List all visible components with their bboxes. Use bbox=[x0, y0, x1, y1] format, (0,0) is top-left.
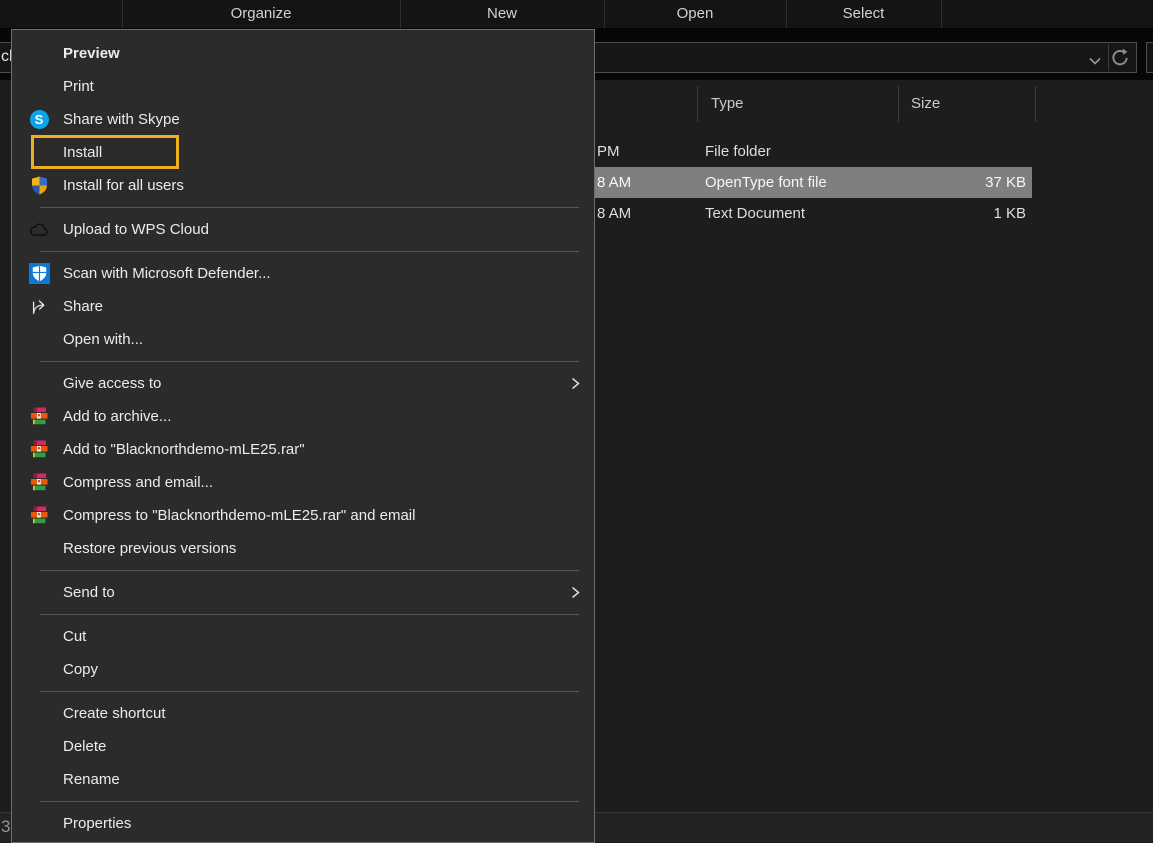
context-menu: PreviewPrint S Share with SkypeInstallInst… bbox=[11, 29, 595, 843]
menu-item-label: Install for all users bbox=[63, 169, 184, 202]
menu-item-label: Preview bbox=[63, 37, 120, 70]
menu-item-install[interactable]: Install bbox=[12, 136, 594, 169]
cell-date-modified: 8 AM bbox=[597, 198, 631, 229]
menu-item-label: Cut bbox=[63, 620, 86, 653]
column-separator bbox=[697, 86, 698, 122]
menu-item-add-to-blacknorthdemo-mle25-rar[interactable]: Add to "Blacknorthdemo-mLE25.rar" bbox=[12, 433, 594, 466]
menu-separator bbox=[12, 686, 594, 697]
menu-item-scan-with-microsoft-defender[interactable]: Scan with Microsoft Defender... bbox=[12, 257, 594, 290]
column-separator bbox=[898, 86, 899, 122]
column-header-type[interactable]: Type bbox=[711, 88, 891, 120]
ribbon: OrganizeNewOpenSelect bbox=[0, 0, 1153, 30]
menu-separator bbox=[12, 609, 594, 620]
menu-item-label: Give access to bbox=[63, 367, 161, 400]
defender-icon bbox=[28, 263, 50, 284]
cell-type: OpenType font file bbox=[705, 167, 827, 198]
column-separator bbox=[1035, 86, 1036, 122]
search-box-partial[interactable] bbox=[1146, 42, 1153, 73]
winrar-icon bbox=[28, 439, 50, 460]
menu-item-label: Delete bbox=[63, 730, 106, 763]
install-highlight-ring bbox=[31, 135, 179, 169]
column-header-size[interactable]: Size bbox=[911, 88, 1026, 120]
menu-item-preview[interactable]: Preview bbox=[12, 37, 594, 70]
menu-separator bbox=[12, 356, 594, 367]
cell-size: 37 KB bbox=[900, 167, 1026, 198]
cell-type: File folder bbox=[705, 136, 771, 167]
share-icon bbox=[28, 296, 50, 317]
menu-item-label: Properties bbox=[63, 807, 131, 840]
chevron-down-icon[interactable] bbox=[1089, 53, 1101, 71]
ribbon-group-organize[interactable]: Organize bbox=[122, 0, 400, 28]
menu-separator bbox=[12, 246, 594, 257]
menu-item-label: Open with... bbox=[63, 323, 143, 356]
menu-separator bbox=[12, 565, 594, 576]
winrar-icon bbox=[28, 505, 50, 526]
menu-item-label: Upload to WPS Cloud bbox=[63, 213, 209, 246]
ribbon-separator bbox=[941, 0, 942, 28]
menu-item-label: Copy bbox=[63, 653, 98, 686]
menu-item-label: Compress to "Blacknorthdemo-mLE25.rar" a… bbox=[63, 499, 415, 532]
menu-item-restore-previous-versions[interactable]: Restore previous versions bbox=[12, 532, 594, 565]
winrar-icon bbox=[28, 472, 50, 493]
menu-item-label: Restore previous versions bbox=[63, 532, 236, 565]
menu-item-label: Rename bbox=[63, 763, 120, 796]
cell-type: Text Document bbox=[705, 198, 805, 229]
menu-item-label: Compress and email... bbox=[63, 466, 213, 499]
menu-item-cut[interactable]: Cut bbox=[12, 620, 594, 653]
menu-item-delete[interactable]: Delete bbox=[12, 730, 594, 763]
menu-item-give-access-to[interactable]: Give access to bbox=[12, 367, 594, 400]
menu-item-compress-to-blacknorthdemo-mle25-rar-and-email[interactable]: Compress to "Blacknorthdemo-mLE25.rar" a… bbox=[12, 499, 594, 532]
menu-item-label: Create shortcut bbox=[63, 697, 166, 730]
ribbon-group-new[interactable]: New bbox=[400, 0, 604, 28]
menu-item-share-with-skype[interactable]: S Share with Skype bbox=[12, 103, 594, 136]
ribbon-group-open[interactable]: Open bbox=[604, 0, 786, 28]
submenu-chevron-icon bbox=[570, 585, 581, 605]
menu-item-label: Send to bbox=[63, 576, 115, 609]
refresh-icon[interactable] bbox=[1110, 48, 1130, 73]
menu-item-label: Share with Skype bbox=[63, 103, 180, 136]
cell-date-modified: 8 AM bbox=[597, 167, 631, 198]
menu-item-label: Share bbox=[63, 290, 103, 323]
cloud-icon bbox=[28, 219, 50, 240]
menu-item-compress-and-email[interactable]: Compress and email... bbox=[12, 466, 594, 499]
ribbon-group-select[interactable]: Select bbox=[786, 0, 941, 28]
winrar-icon bbox=[28, 406, 50, 427]
cell-date-modified: PM bbox=[597, 136, 620, 167]
address-bar-divider bbox=[1108, 44, 1109, 71]
menu-item-label: Add to "Blacknorthdemo-mLE25.rar" bbox=[63, 433, 305, 466]
menu-item-send-to[interactable]: Send to bbox=[12, 576, 594, 609]
menu-separator bbox=[12, 202, 594, 213]
menu-item-properties[interactable]: Properties bbox=[12, 807, 594, 840]
cell-size: 1 KB bbox=[900, 198, 1026, 229]
menu-item-open-with[interactable]: Open with... bbox=[12, 323, 594, 356]
menu-item-print[interactable]: Print bbox=[12, 70, 594, 103]
menu-item-label: Add to archive... bbox=[63, 400, 171, 433]
menu-item-create-shortcut[interactable]: Create shortcut bbox=[12, 697, 594, 730]
menu-item-rename[interactable]: Rename bbox=[12, 763, 594, 796]
skype-icon: S bbox=[28, 109, 50, 130]
menu-separator bbox=[12, 796, 594, 807]
menu-item-label: Print bbox=[63, 70, 94, 103]
menu-item-label: Scan with Microsoft Defender... bbox=[63, 257, 271, 290]
menu-item-copy[interactable]: Copy bbox=[12, 653, 594, 686]
menu-item-add-to-archive[interactable]: Add to archive... bbox=[12, 400, 594, 433]
submenu-chevron-icon bbox=[570, 376, 581, 396]
menu-item-upload-to-wps-cloud[interactable]: Upload to WPS Cloud bbox=[12, 213, 594, 246]
menu-item-share[interactable]: Share bbox=[12, 290, 594, 323]
uac-shield-icon bbox=[28, 175, 50, 196]
menu-item-install-for-all-users[interactable]: Install for all users bbox=[12, 169, 594, 202]
